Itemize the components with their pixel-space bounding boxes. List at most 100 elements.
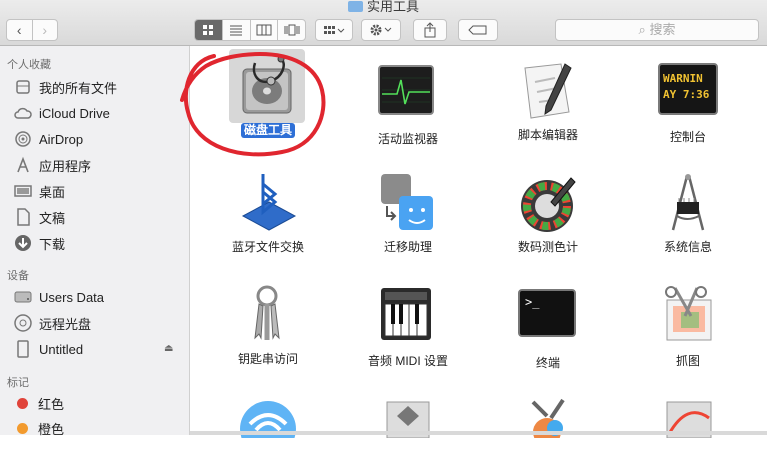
app-label: 音频 MIDI 设置: [368, 354, 448, 368]
forward-button[interactable]: ›: [31, 20, 58, 40]
annotation-circle: [180, 52, 326, 157]
sidebar-item-users-data[interactable]: Users Data: [14, 286, 104, 308]
status-bar: [190, 431, 767, 435]
script-editor-icon: [517, 60, 579, 122]
console-icon: WARNIN AY 7:36: [657, 62, 719, 124]
documents-icon: [14, 208, 32, 226]
search-placeholder: 搜索: [649, 22, 676, 37]
sidebar: 个人收藏 我的所有文件 iCloud Drive AirDrop 应用程序 桌面…: [0, 46, 190, 437]
app-bluetooth-exchange[interactable]: 蓝牙文件交换: [203, 172, 333, 256]
sidebar-item-label: Untitled: [39, 341, 84, 357]
cover-flow-button[interactable]: [277, 20, 305, 40]
system-information-icon: [657, 172, 719, 234]
app-row4-bootcamp[interactable]: [343, 398, 473, 460]
sidebar-item-label: Users Data: [39, 289, 105, 305]
sidebar-item-label: 下载: [39, 236, 66, 252]
share-button[interactable]: [413, 19, 447, 41]
digital-color-meter-icon: [517, 172, 579, 234]
keychain-access-icon: [237, 284, 299, 346]
app-activity-monitor[interactable]: 活动监视器: [343, 64, 473, 148]
sidebar-item-label: iCloud Drive: [39, 105, 110, 121]
sidebar-item-applications[interactable]: 应用程序: [14, 154, 91, 176]
app-label: 控制台: [669, 130, 706, 144]
sidebar-item-label: 应用程序: [39, 158, 92, 174]
sidebar-item-downloads[interactable]: 下载: [14, 232, 65, 254]
sidebar-item-icloud[interactable]: iCloud Drive: [14, 102, 110, 124]
svg-text:WARNIN: WARNIN: [663, 72, 703, 85]
list-view-button[interactable]: [221, 20, 250, 40]
disk-icon: [14, 288, 32, 306]
search-field[interactable]: ⌕ 搜索: [555, 19, 759, 41]
app-system-information[interactable]: 系统信息: [623, 172, 753, 256]
grab-icon: [657, 286, 719, 348]
nav-buttons: ‹ ›: [6, 19, 58, 41]
svg-text:>_: >_: [525, 295, 540, 309]
sidebar-item-label: 远程光盘: [39, 316, 92, 332]
app-label: 抓图: [675, 354, 700, 368]
sidebar-item-label: AirDrop: [39, 131, 84, 147]
orange-tag-dot: [17, 422, 28, 434]
app-grab[interactable]: 抓图: [623, 286, 753, 370]
arrange-icon: [324, 26, 345, 34]
app-migration-assistant[interactable]: 迁移助理: [343, 172, 473, 256]
toolbar: 实用工具 ‹ › ⌕ 搜索: [0, 0, 767, 46]
column-view-icon: [256, 24, 272, 36]
sidebar-item-label: 文稿: [39, 210, 66, 226]
devices-header: 设备: [7, 270, 29, 282]
column-view-button[interactable]: [249, 20, 278, 40]
back-button[interactable]: ‹: [7, 20, 32, 40]
icon-view-button[interactable]: [195, 20, 222, 40]
sidebar-item-label: 我的所有文件: [39, 80, 118, 96]
activity-monitor-icon: [377, 64, 439, 126]
app-row4-wireless[interactable]: [203, 398, 333, 460]
sidebar-item-tag-red[interactable]: 红色: [14, 392, 64, 414]
desktop-icon: [14, 182, 32, 200]
app-terminal[interactable]: >_ 终端: [483, 288, 613, 372]
terminal-icon: >_: [517, 288, 579, 350]
app-label: 终端: [535, 356, 560, 370]
wireless-diagnostics-icon: [237, 398, 299, 460]
sidebar-item-airdrop[interactable]: AirDrop: [14, 128, 83, 150]
view-mode-switcher: [194, 19, 306, 41]
arrange-button[interactable]: [315, 19, 353, 41]
airdrop-icon: [14, 130, 32, 148]
app-keychain-access[interactable]: 钥匙串访问: [203, 284, 333, 368]
sidebar-item-all-files[interactable]: 我的所有文件: [14, 76, 117, 98]
favorites-header: 个人收藏: [7, 59, 51, 71]
sidebar-item-label: 红色: [38, 396, 65, 412]
share-icon: [424, 22, 436, 38]
app-label: 蓝牙文件交换: [231, 240, 304, 254]
tag-icon: [468, 25, 487, 35]
window-title: 实用工具: [0, 0, 767, 14]
red-tag-dot: [17, 397, 28, 409]
app-digital-color-meter[interactable]: 数码测色计: [483, 172, 613, 256]
svg-text:AY 7:36: AY 7:36: [663, 88, 710, 101]
app-script-editor[interactable]: 脚本编辑器: [483, 60, 613, 144]
cover-flow-icon: [284, 24, 300, 36]
app-console[interactable]: WARNIN AY 7:36 控制台: [623, 62, 753, 146]
app-audio-midi-setup[interactable]: 音频 MIDI 设置: [343, 286, 473, 370]
sidebar-item-desktop[interactable]: 桌面: [14, 180, 65, 202]
folder-icon: [347, 1, 363, 12]
sidebar-item-tag-orange[interactable]: 橙色: [14, 417, 64, 439]
app-label: 活动监视器: [377, 132, 438, 146]
downloads-icon: [14, 234, 32, 252]
bluetooth-file-exchange-icon: [237, 172, 299, 234]
sidebar-item-remote-disc[interactable]: 远程光盘: [14, 312, 91, 334]
app-label: 钥匙串访问: [237, 352, 298, 366]
app-row4-grapher[interactable]: [623, 398, 753, 460]
app-label: 数码测色计: [517, 240, 578, 254]
sidebar-item-untitled[interactable]: Untitled: [14, 338, 83, 360]
cloud-icon: [14, 104, 32, 122]
app-label: 脚本编辑器: [517, 128, 578, 142]
tag-button[interactable]: [458, 19, 498, 41]
applications-icon: [14, 156, 32, 174]
sidebar-item-documents[interactable]: 文稿: [14, 206, 65, 228]
sidebar-item-label: 桌面: [39, 184, 66, 200]
list-view-icon: [230, 25, 243, 36]
action-button[interactable]: [361, 19, 401, 41]
eject-icon[interactable]: ⏏: [164, 343, 173, 354]
disk-icon: [14, 340, 32, 358]
app-row4-colorsync[interactable]: [483, 398, 613, 460]
grapher-icon: [657, 398, 719, 460]
